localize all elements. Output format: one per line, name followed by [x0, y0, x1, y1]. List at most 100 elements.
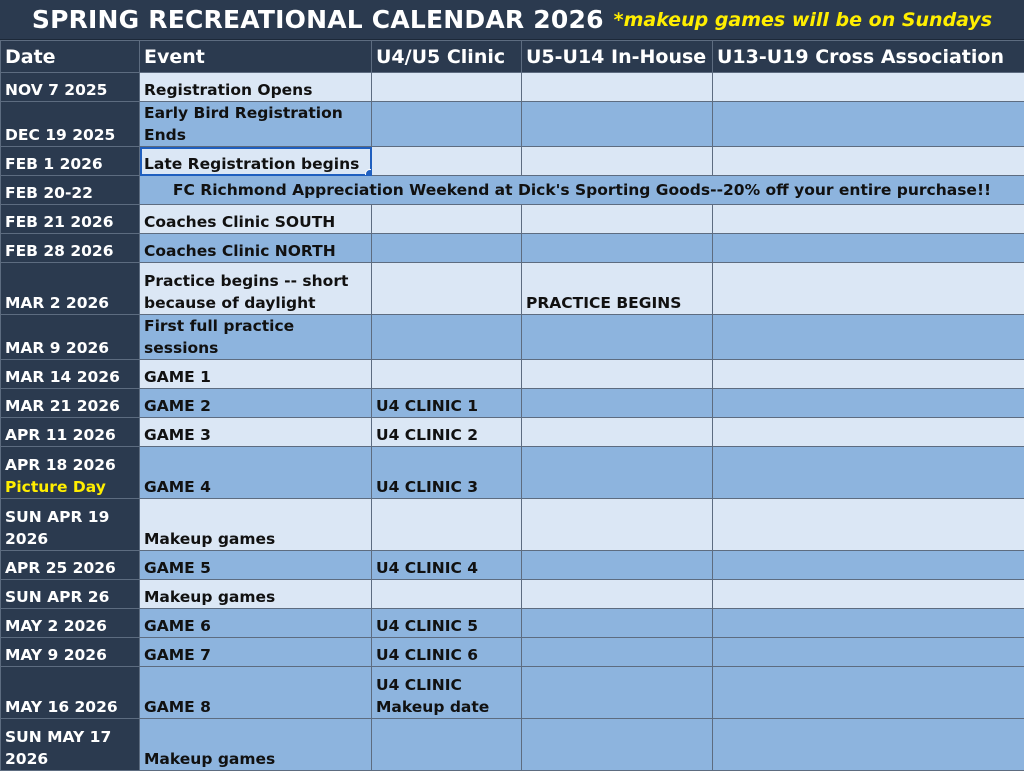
in-house-cell[interactable]	[522, 315, 713, 360]
event-cell[interactable]: Coaches Clinic SOUTH	[140, 205, 372, 234]
fill-handle[interactable]	[365, 169, 372, 176]
u4-clinic-cell[interactable]: U4 CLINIC 4	[372, 551, 522, 580]
cross-association-cell[interactable]	[713, 360, 1024, 389]
date-cell[interactable]: FEB 21 2026	[1, 205, 140, 234]
in-house-cell[interactable]	[522, 73, 713, 102]
date-cell[interactable]: MAR 9 2026	[1, 315, 140, 360]
date-cell[interactable]: APR 18 2026Picture Day	[1, 447, 140, 499]
calendar-table: Date Event U4/U5 Clinic U5-U14 In-House …	[0, 40, 1024, 771]
in-house-cell[interactable]: PRACTICE BEGINS	[522, 263, 713, 315]
u4-clinic-cell[interactable]	[372, 234, 522, 263]
date-cell[interactable]: SUN MAY 17 2026	[1, 719, 140, 771]
in-house-cell[interactable]	[522, 667, 713, 719]
u4-clinic-cell[interactable]: U4 CLINIC 2	[372, 418, 522, 447]
event-cell-selected[interactable]: Late Registration begins	[140, 147, 372, 176]
date-cell[interactable]: NOV 7 2025	[1, 73, 140, 102]
date-cell[interactable]: MAR 21 2026	[1, 389, 140, 418]
event-cell[interactable]: Makeup games	[140, 499, 372, 551]
u4-clinic-cell[interactable]: U4 CLINIC 3	[372, 447, 522, 499]
event-cell[interactable]: GAME 1	[140, 360, 372, 389]
u4-clinic-cell[interactable]	[372, 499, 522, 551]
u4-clinic-cell[interactable]: U4 CLINIC Makeup date	[372, 667, 522, 719]
column-header-cross-association[interactable]: U13-U19 Cross Association	[713, 41, 1024, 73]
cross-association-cell[interactable]	[713, 315, 1024, 360]
u4-clinic-cell[interactable]	[372, 73, 522, 102]
event-cell[interactable]: Coaches Clinic NORTH	[140, 234, 372, 263]
date-cell[interactable]: FEB 20-22	[1, 176, 140, 205]
date-cell[interactable]: SUN APR 19 2026	[1, 499, 140, 551]
in-house-cell[interactable]	[522, 580, 713, 609]
event-cell[interactable]: Makeup games	[140, 719, 372, 771]
cross-association-cell[interactable]	[713, 147, 1024, 176]
u4-clinic-cell[interactable]	[372, 263, 522, 315]
u4-clinic-cell[interactable]	[372, 719, 522, 771]
date-cell[interactable]: MAR 14 2026	[1, 360, 140, 389]
u4-clinic-cell[interactable]: U4 CLINIC 6	[372, 638, 522, 667]
cross-association-cell[interactable]	[713, 73, 1024, 102]
cross-association-cell[interactable]	[713, 719, 1024, 771]
u4-clinic-cell[interactable]: U4 CLINIC 1	[372, 389, 522, 418]
table-row: APR 18 2026Picture Day GAME 4 U4 CLINIC …	[1, 447, 1024, 499]
cross-association-cell[interactable]	[713, 102, 1024, 147]
in-house-cell[interactable]	[522, 389, 713, 418]
u4-clinic-cell[interactable]	[372, 102, 522, 147]
cross-association-cell[interactable]	[713, 638, 1024, 667]
event-cell[interactable]: GAME 6	[140, 609, 372, 638]
in-house-cell[interactable]	[522, 205, 713, 234]
date-cell[interactable]: FEB 1 2026	[1, 147, 140, 176]
date-cell[interactable]: MAY 16 2026	[1, 667, 140, 719]
cross-association-cell[interactable]	[713, 447, 1024, 499]
cross-association-cell[interactable]	[713, 551, 1024, 580]
in-house-cell[interactable]	[522, 418, 713, 447]
in-house-cell[interactable]	[522, 609, 713, 638]
date-cell[interactable]: APR 11 2026	[1, 418, 140, 447]
column-header-in-house[interactable]: U5-U14 In-House	[522, 41, 713, 73]
in-house-cell[interactable]	[522, 551, 713, 580]
cross-association-cell[interactable]	[713, 234, 1024, 263]
event-cell[interactable]: GAME 4	[140, 447, 372, 499]
in-house-cell[interactable]	[522, 447, 713, 499]
cross-association-cell[interactable]	[713, 580, 1024, 609]
event-cell[interactable]: GAME 3	[140, 418, 372, 447]
date-cell[interactable]: FEB 28 2026	[1, 234, 140, 263]
date-cell[interactable]: APR 25 2026	[1, 551, 140, 580]
cross-association-cell[interactable]	[713, 609, 1024, 638]
cross-association-cell[interactable]	[713, 205, 1024, 234]
in-house-cell[interactable]	[522, 499, 713, 551]
in-house-cell[interactable]	[522, 719, 713, 771]
in-house-cell[interactable]	[522, 234, 713, 263]
in-house-cell[interactable]	[522, 147, 713, 176]
cross-association-cell[interactable]	[713, 263, 1024, 315]
cross-association-cell[interactable]	[713, 389, 1024, 418]
column-header-date[interactable]: Date	[1, 41, 140, 73]
column-header-event[interactable]: Event	[140, 41, 372, 73]
event-cell[interactable]: Early Bird Registration Ends	[140, 102, 372, 147]
cross-association-cell[interactable]	[713, 667, 1024, 719]
event-cell[interactable]: GAME 8	[140, 667, 372, 719]
u4-clinic-cell[interactable]	[372, 147, 522, 176]
date-cell[interactable]: MAY 2 2026	[1, 609, 140, 638]
u4-clinic-cell[interactable]	[372, 205, 522, 234]
u4-clinic-cell[interactable]	[372, 360, 522, 389]
date-cell[interactable]: DEC 19 2025	[1, 102, 140, 147]
cross-association-cell[interactable]	[713, 418, 1024, 447]
u4-clinic-cell[interactable]	[372, 580, 522, 609]
event-cell[interactable]: Registration Opens	[140, 73, 372, 102]
event-cell[interactable]: GAME 2	[140, 389, 372, 418]
u4-clinic-cell[interactable]	[372, 315, 522, 360]
u4-clinic-cell[interactable]: U4 CLINIC 5	[372, 609, 522, 638]
date-cell[interactable]: MAY 9 2026	[1, 638, 140, 667]
in-house-cell[interactable]	[522, 360, 713, 389]
event-cell[interactable]: Practice begins -- short because of dayl…	[140, 263, 372, 315]
event-cell[interactable]: Makeup games	[140, 580, 372, 609]
in-house-cell[interactable]	[522, 638, 713, 667]
column-header-u4-u5-clinic[interactable]: U4/U5 Clinic	[372, 41, 522, 73]
date-cell[interactable]: MAR 2 2026	[1, 263, 140, 315]
in-house-cell[interactable]	[522, 102, 713, 147]
date-cell[interactable]: SUN APR 26	[1, 580, 140, 609]
appreciation-banner-cell[interactable]: FC Richmond Appreciation Weekend at Dick…	[140, 176, 1024, 205]
cross-association-cell[interactable]	[713, 499, 1024, 551]
event-cell[interactable]: GAME 5	[140, 551, 372, 580]
event-cell[interactable]: GAME 7	[140, 638, 372, 667]
event-cell[interactable]: First full practice sessions	[140, 315, 372, 360]
